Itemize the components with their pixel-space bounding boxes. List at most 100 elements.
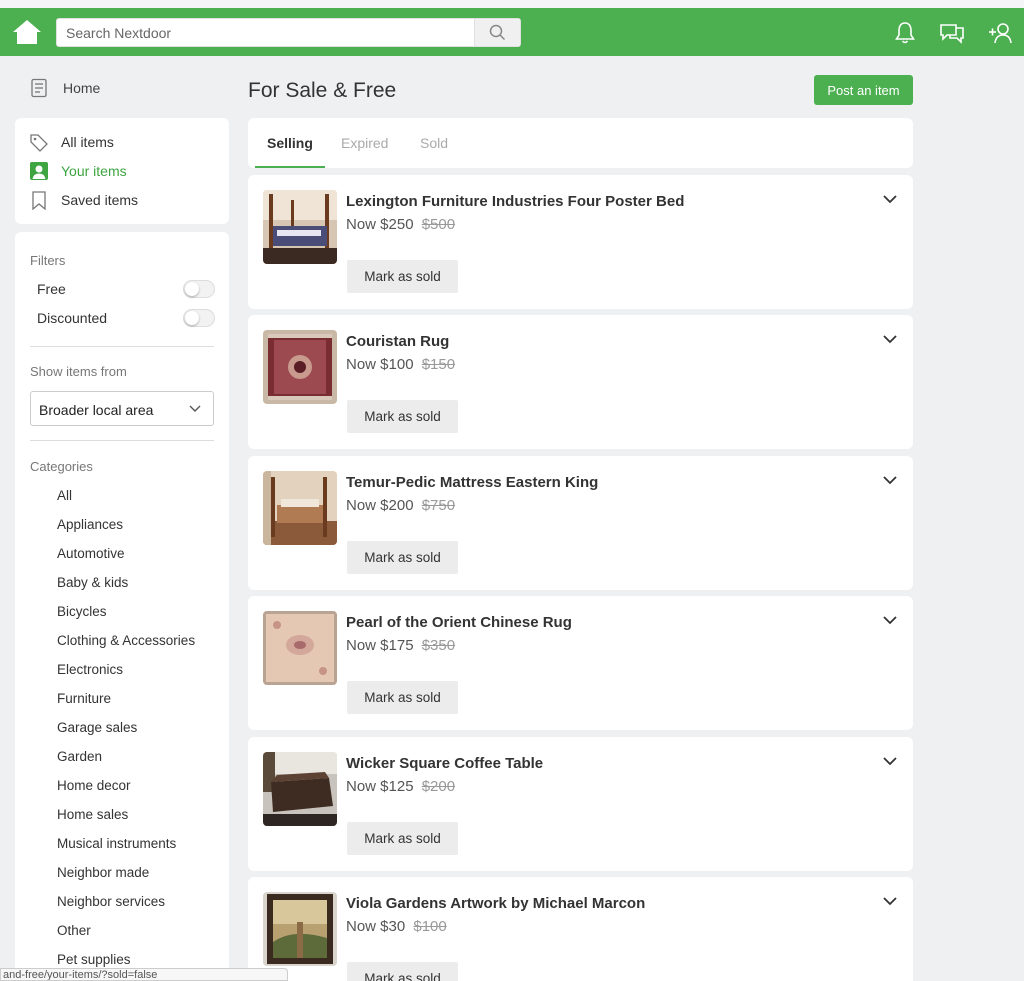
listing-price: Now $175 $350: [346, 637, 455, 654]
current-price: Now $250: [346, 216, 414, 233]
original-price: $100: [413, 918, 447, 935]
listing-photo-bed[interactable]: [263, 190, 337, 264]
area-select-value: Broader local area: [39, 402, 154, 418]
original-price: $750: [421, 497, 456, 514]
bell-icon[interactable]: [892, 20, 918, 46]
category-neighbor-made[interactable]: Neighbor made: [57, 865, 149, 880]
category-home-decor[interactable]: Home decor: [57, 778, 131, 793]
listing-photo-artwork[interactable]: [263, 892, 337, 966]
tag-icon: [30, 134, 48, 152]
messages-icon[interactable]: [939, 20, 965, 46]
category-automotive[interactable]: Automotive: [57, 546, 125, 561]
divider: [30, 346, 214, 347]
page-title: For Sale & Free: [248, 79, 397, 102]
sidebar-item-label: All items: [61, 134, 114, 150]
listing-card: Couristan Rug Now $100 $150 Mark as sold: [248, 315, 913, 449]
listing-title[interactable]: Viola Gardens Artwork by Michael Marcon: [346, 895, 645, 912]
mark-as-sold-button[interactable]: Mark as sold: [347, 400, 458, 433]
post-an-item-button[interactable]: Post an item: [814, 75, 913, 105]
filters-heading: Filters: [30, 253, 66, 268]
mark-as-sold-button[interactable]: Mark as sold: [347, 681, 458, 714]
filter-free-row: Free: [37, 277, 215, 301]
listing-card: Temur-Pedic Mattress Eastern King Now $2…: [248, 456, 913, 590]
invite-neighbor-icon[interactable]: [987, 20, 1013, 46]
chevron-down-icon[interactable]: [883, 476, 897, 485]
chevron-down-icon: [189, 405, 201, 412]
sidebar-item-label: Your items: [61, 163, 127, 179]
items-nav-card: All items Your items Saved items: [15, 118, 229, 224]
category-garden[interactable]: Garden: [57, 749, 102, 764]
category-musical-instruments[interactable]: Musical instruments: [57, 836, 176, 851]
category-bicycles[interactable]: Bicycles: [57, 604, 107, 619]
free-toggle[interactable]: [183, 280, 215, 298]
show-items-from-heading: Show items from: [30, 364, 127, 379]
mark-as-sold-button[interactable]: Mark as sold: [347, 962, 458, 981]
search-bar: [56, 18, 521, 47]
original-price: $200: [421, 778, 456, 795]
selling-tabs: Selling Expired Sold: [248, 118, 913, 168]
browser-status-url: and-free/your-items/?sold=false: [0, 968, 288, 981]
sidebar-home-link[interactable]: Home: [30, 76, 220, 102]
bookmark-icon: [32, 191, 46, 210]
top-navigation-bar: [0, 8, 1024, 56]
chevron-down-icon[interactable]: [883, 195, 897, 204]
listing-photo-mattress[interactable]: [263, 471, 337, 545]
chevron-down-icon[interactable]: [883, 757, 897, 766]
tab-sold[interactable]: Sold: [420, 135, 448, 151]
listing-photo-rug[interactable]: [263, 330, 337, 404]
listing-photo-coffee-table[interactable]: [263, 752, 337, 826]
tab-selling[interactable]: Selling: [267, 135, 313, 151]
category-home-sales[interactable]: Home sales: [57, 807, 128, 822]
area-select[interactable]: Broader local area: [30, 391, 214, 426]
mark-as-sold-button[interactable]: Mark as sold: [347, 541, 458, 574]
search-button[interactable]: [474, 19, 520, 46]
divider: [30, 440, 214, 441]
listing-price: Now $100 $150: [346, 356, 455, 373]
nextdoor-home-logo-icon[interactable]: [11, 18, 43, 46]
category-furniture[interactable]: Furniture: [57, 691, 111, 706]
discounted-toggle[interactable]: [183, 309, 215, 327]
category-baby-kids[interactable]: Baby & kids: [57, 575, 128, 590]
filter-free-label: Free: [37, 281, 66, 297]
category-appliances[interactable]: Appliances: [57, 517, 123, 532]
chevron-down-icon[interactable]: [883, 897, 897, 906]
category-neighbor-services[interactable]: Neighbor services: [57, 894, 165, 909]
category-electronics[interactable]: Electronics: [57, 662, 123, 677]
listing-title[interactable]: Couristan Rug: [346, 333, 449, 350]
listing-title[interactable]: Wicker Square Coffee Table: [346, 755, 543, 772]
category-clothing-accessories[interactable]: Clothing & Accessories: [57, 633, 195, 648]
listing-photo-chinese-rug[interactable]: [263, 611, 337, 685]
listing-price: Now $125 $200: [346, 778, 455, 795]
active-tab-indicator: [255, 166, 325, 168]
listing-title[interactable]: Lexington Furniture Industries Four Post…: [346, 193, 684, 210]
sidebar-item-your-items[interactable]: Your items: [29, 159, 219, 183]
current-price: Now $175: [346, 637, 414, 654]
listing-title[interactable]: Temur-Pedic Mattress Eastern King: [346, 474, 598, 491]
listing-title[interactable]: Pearl of the Orient Chinese Rug: [346, 614, 572, 631]
category-pet-supplies[interactable]: Pet supplies: [57, 952, 131, 967]
sidebar-item-saved-items[interactable]: Saved items: [29, 188, 219, 212]
sidebar-home-label: Home: [63, 80, 101, 96]
category-all[interactable]: All: [57, 488, 72, 503]
original-price: $500: [421, 216, 456, 233]
newsfeed-icon: [31, 78, 47, 98]
category-other[interactable]: Other: [57, 923, 91, 938]
search-icon: [489, 24, 506, 41]
listing-card: Wicker Square Coffee Table Now $125 $200…: [248, 737, 913, 871]
listing-card: Viola Gardens Artwork by Michael Marcon …: [248, 877, 913, 981]
listing-price: Now $30 $100: [346, 918, 447, 935]
chevron-down-icon[interactable]: [883, 335, 897, 344]
mark-as-sold-button[interactable]: Mark as sold: [347, 822, 458, 855]
chevron-down-icon[interactable]: [883, 616, 897, 625]
category-garage-sales[interactable]: Garage sales: [57, 720, 137, 735]
current-price: Now $100: [346, 356, 414, 373]
mark-as-sold-button[interactable]: Mark as sold: [347, 260, 458, 293]
tab-expired[interactable]: Expired: [341, 135, 388, 151]
listing-card: Lexington Furniture Industries Four Post…: [248, 175, 913, 309]
search-input[interactable]: [57, 19, 475, 46]
listing-price: Now $250 $500: [346, 216, 455, 233]
filter-discounted-label: Discounted: [37, 310, 108, 326]
window-top-strip: [0, 0, 1024, 8]
filters-card: Filters Free Discounted Show items from …: [15, 232, 229, 981]
sidebar-item-all-items[interactable]: All items: [29, 130, 219, 154]
